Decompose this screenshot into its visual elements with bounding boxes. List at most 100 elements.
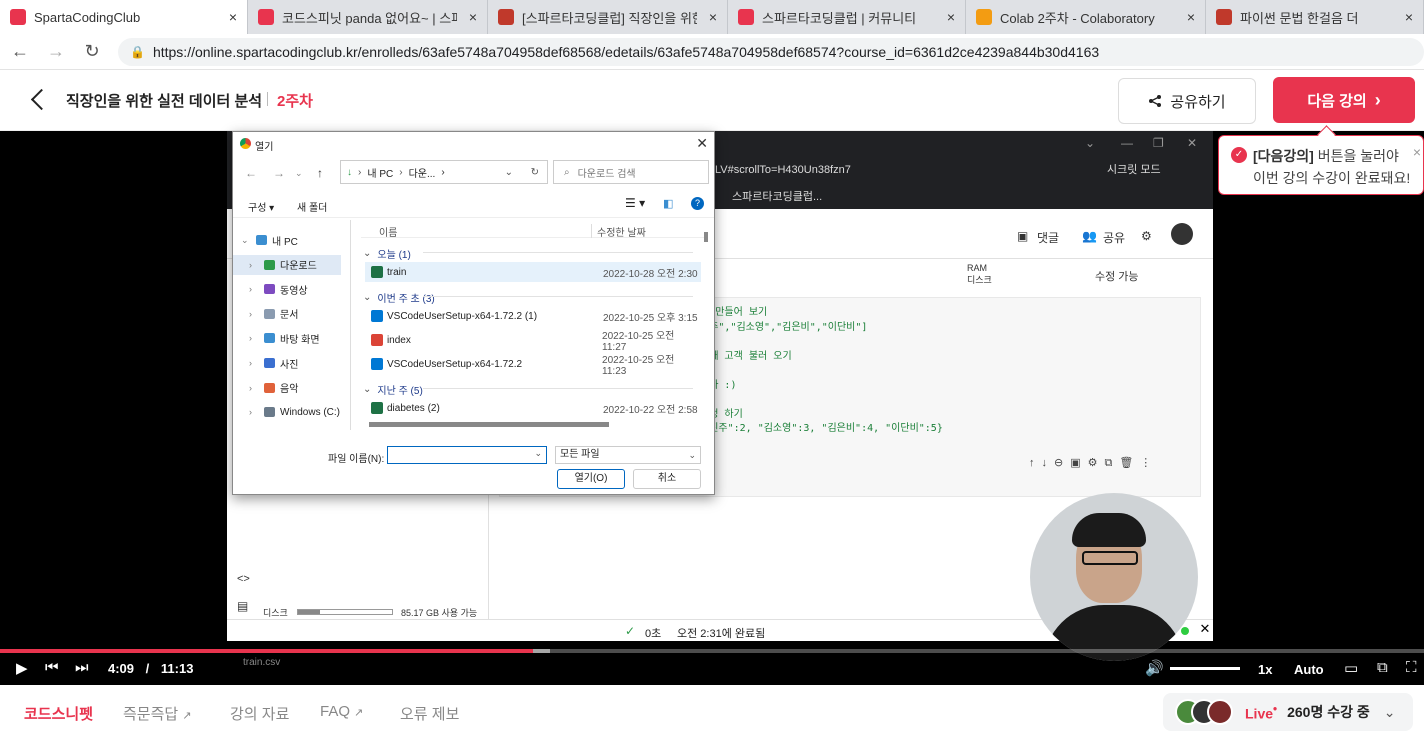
organize-button[interactable]: 구성 ▾ [248,199,274,214]
file-row[interactable]: train 2022-10-28 오전 2:30 [365,262,701,282]
sidebar-item[interactable]: › Windows (C:) [233,402,341,422]
file-list: 이름 수정한 날짜 ⌄ 오늘 (1) train 2022-10-28 오전 2:30… [361,220,705,428]
tab-close-icon[interactable]: × [229,9,237,25]
browser-tab[interactable]: 스파르타코딩클럽 | 커뮤니티 × [728,0,966,34]
bottom-tab[interactable]: 코드스니펫 [24,703,93,724]
people-icon: 👥 [1082,229,1097,243]
path-part[interactable]: 다운... [409,165,436,180]
tooltip-close-icon[interactable]: × [1413,144,1421,160]
disk-free: 85.17 GB 사용 가능 [401,608,478,618]
refresh-icon[interactable]: ↻ [531,167,539,178]
browser-tab[interactable]: 파이썬 문법 한걸음 더 × [1206,0,1424,34]
file-row[interactable]: VSCodeUserSetup-x64-1.72.2 2022-10-25 오전 … [365,354,701,377]
code-line: #1 [700,437,943,452]
volume-slider[interactable] [1170,667,1240,670]
pip-icon[interactable]: ⧉ [1377,659,1388,676]
webcam-close-icon[interactable]: ✕ [1198,622,1212,636]
column-date[interactable]: 수정한 날짜 [597,224,646,239]
browser-tab[interactable]: 코드스피닛 panda 없어요~ | 스파 × [248,0,488,34]
bottom-tab[interactable]: 오류 제보 [400,703,459,724]
sidebar-item[interactable]: › 다운로드 [233,254,341,275]
up-arrow-icon[interactable]: ↑ [317,166,323,180]
next-lecture-button[interactable]: 다음 강의 › [1273,77,1415,123]
bottom-tab[interactable]: 강의 자료 [230,703,289,724]
comment-icon: ▣ [1017,229,1029,243]
file-group-header[interactable]: ⌄ 오늘 (1) [363,246,693,261]
file-row[interactable]: diabetes (2) 2022-10-22 오전 2:58 [365,398,701,418]
expand-chevron-icon[interactable]: › [249,309,259,319]
file-icon [371,266,383,278]
back-arrow-icon[interactable]: ← [245,166,257,180]
path-breadcrumb[interactable]: ↓ › 내 PC › 다운... › ⌄ ↻ [340,160,548,184]
tab-close-icon[interactable]: × [1405,9,1413,25]
horizontal-scrollbar[interactable] [369,422,609,427]
reload-icon[interactable]: ↻ [76,36,108,68]
open-button[interactable]: 열기(O) [557,469,625,489]
column-name[interactable]: 이름 [379,224,397,239]
chevron-down-icon: ⌄ [1383,703,1396,720]
new-folder-button[interactable]: 새 폴더 [297,199,327,214]
tab-close-icon[interactable]: × [469,9,477,25]
file-type-select[interactable]: 모든 파일 ⌄ [555,446,701,464]
live-viewers-badge[interactable]: Live• 260명 수강 중 ⌄ [1163,693,1413,731]
bottom-tab[interactable]: FAQ ↗ [320,703,363,720]
expand-chevron-icon[interactable]: › [249,333,259,343]
url-input[interactable]: 🔒 https://online.spartacodingclub.kr/enr… [118,37,1424,66]
path-part[interactable]: 내 PC [367,165,393,180]
subtitles-icon[interactable]: ▭ [1344,659,1358,677]
back-chevron-icon[interactable] [28,88,50,112]
back-arrow-icon[interactable]: ← [4,36,36,68]
quality-button[interactable]: Auto [1294,662,1324,677]
next-icon[interactable]: ⏭ [75,659,89,676]
chevron-right-icon: › [1374,89,1381,110]
tab-close-icon[interactable]: × [709,9,717,25]
recent-chevron-icon[interactable]: ⌄ [295,168,303,179]
previous-icon[interactable]: ⏮ [45,659,59,676]
expand-chevron-icon[interactable]: › [249,358,259,368]
dialog-close-icon[interactable]: ✕ [696,135,708,152]
sidebar-item[interactable]: › 음악 [233,378,341,398]
forward-arrow-icon[interactable]: → [273,166,285,180]
cancel-button[interactable]: 취소 [633,469,701,489]
search-input[interactable]: ⌕ 다운로드 검색 [553,160,709,184]
file-row[interactable]: index 2022-10-25 오전 11:27 [365,330,701,353]
filename-input[interactable]: ⌄ [387,446,547,464]
sidebar-item[interactable]: › 바탕 화면 [233,328,341,348]
help-icon[interactable]: ? [691,197,704,210]
sidebar-item[interactable]: › 문서 [233,304,341,324]
path-dropdown-icon[interactable]: ⌄ [505,167,513,178]
speed-button[interactable]: 1x [1258,662,1272,677]
tab-title: Colab 2주차 - Colaboratory [1000,10,1155,26]
file-group-header[interactable]: ⌄ 지난 주 (5) [363,382,693,397]
file-date: 2022-10-22 오전 2:58 [603,404,698,416]
volume-icon[interactable]: 🔊 [1145,659,1164,677]
expand-chevron-icon[interactable]: ⌄ [241,235,251,246]
preview-pane-icon[interactable]: ◧ [663,197,673,210]
play-icon[interactable]: ▶ [16,659,28,677]
fullscreen-icon[interactable]: ⛶ [1406,659,1417,676]
browser-tab[interactable]: Colab 2주차 - Colaboratory × [966,0,1206,34]
expand-chevron-icon[interactable]: › [249,383,259,393]
sidebar-item[interactable]: › 동영상 [233,279,341,299]
sidebar-item[interactable]: › 사진 [233,353,341,373]
tab-close-icon[interactable]: × [947,9,955,25]
vertical-scrollbar[interactable] [703,230,709,430]
expand-chevron-icon[interactable]: › [249,260,259,270]
file-group-header[interactable]: ⌄ 이번 주 초 (3) [363,290,693,305]
file-row[interactable]: VSCodeUserSetup-x64-1.72.2 (1) 2022-10-25… [365,306,701,326]
browser-tab[interactable]: SpartaCodingClub × [0,0,248,34]
tab-close-icon[interactable]: × [1187,9,1195,25]
tab-title: 코드스피닛 panda 없어요~ | 스파 [282,10,457,26]
lock-icon: 🔒 [130,44,145,59]
expand-chevron-icon[interactable]: › [249,407,259,417]
sidebar-item[interactable]: ⌄ 내 PC [233,230,341,250]
code-line: 단 만들어 보기 [700,307,768,318]
bottom-tab[interactable]: 즉문즉답 ↗ [123,703,191,724]
expand-chevron-icon[interactable]: › [249,284,259,294]
view-menu-icon[interactable]: ☰ ▾ [625,196,645,210]
share-button[interactable]: 공유하기 [1118,78,1256,124]
chevron-down-icon[interactable]: ⌄ [534,448,542,459]
browser-tab[interactable]: [스파르타코딩클럽] 직장인을 위한 × [488,0,728,34]
file-name: VSCodeUserSetup-x64-1.72.2 (1) [387,310,538,322]
forward-arrow-icon[interactable]: → [40,36,72,68]
